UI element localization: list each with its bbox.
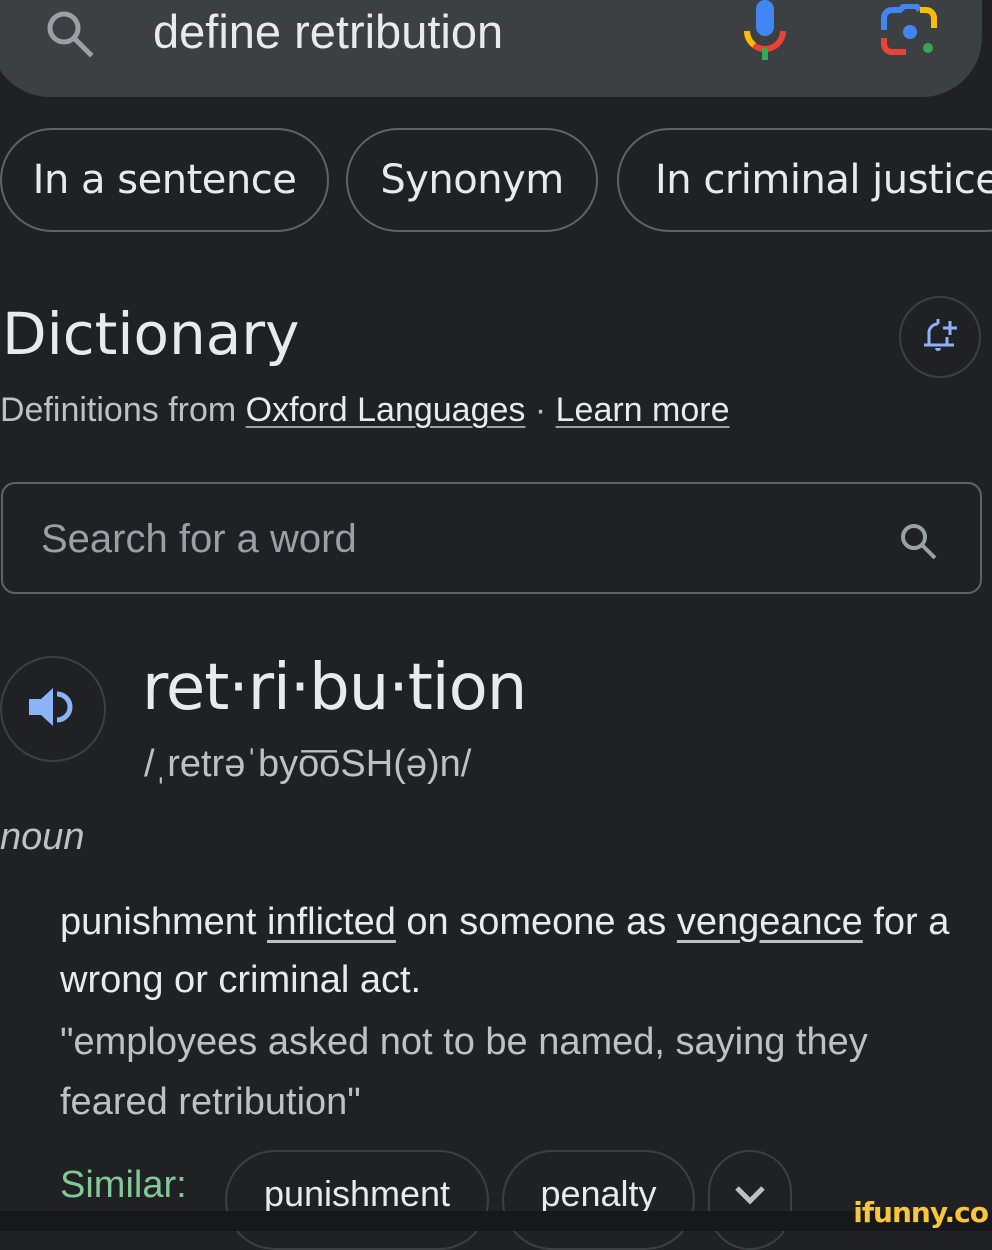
chip-synonym[interactable]: Synonym <box>346 128 598 232</box>
bell-plus-icon <box>922 315 958 360</box>
word-search-box[interactable] <box>1 482 982 594</box>
definition-text: on someone as <box>395 901 677 943</box>
dictionary-title: Dictionary <box>2 300 300 368</box>
chip-in-criminal-justice[interactable]: In criminal justice <box>617 128 992 232</box>
definition-text: punishment <box>60 901 268 943</box>
oxford-languages-link[interactable]: Oxford Languages <box>246 391 526 429</box>
chevron-down-icon <box>733 1173 767 1215</box>
chip-label: Synonym <box>380 157 564 203</box>
example-sentence: "employees asked not to be named, saying… <box>60 1021 868 1123</box>
camera-lens-icon[interactable] <box>880 3 940 60</box>
inflicted-link[interactable]: inflicted <box>267 901 396 943</box>
search-query[interactable]: define retribution <box>153 4 503 60</box>
microphone-icon[interactable] <box>740 0 790 62</box>
similar-chip-punishment[interactable]: punishment <box>225 1150 489 1250</box>
pronunciation-audio-button[interactable] <box>0 656 106 762</box>
watermark-logo: ifunny.co <box>853 1196 989 1229</box>
similar-label: Similar: <box>60 1164 187 1206</box>
separator: · <box>525 391 556 429</box>
headword: ret·ri·bu·tion <box>142 651 527 725</box>
footer-bar <box>0 1211 992 1231</box>
search-icon[interactable] <box>42 6 98 62</box>
search-bar[interactable]: define retribution <box>0 0 982 97</box>
phonetic-spelling: /ˌretrəˈbyo͞oSH(ə)n/ <box>144 743 472 785</box>
expand-similar-button[interactable] <box>708 1150 792 1250</box>
learn-more-link[interactable]: Learn more <box>556 391 730 429</box>
alert-button[interactable] <box>899 296 981 378</box>
part-of-speech: noun <box>0 816 85 858</box>
similar-chip-label: penalty <box>540 1173 657 1214</box>
source-prefix: Definitions from <box>0 391 246 429</box>
word-search-input[interactable] <box>39 508 863 570</box>
similar-chip-penalty[interactable]: penalty <box>502 1150 695 1250</box>
search-icon[interactable] <box>897 520 941 564</box>
chip-label: In a sentence <box>32 157 297 203</box>
dictionary-source: Definitions from Oxford Languages · Lear… <box>0 388 730 432</box>
speaker-icon <box>27 682 79 737</box>
similar-chip-label: punishment <box>263 1173 451 1214</box>
vengeance-link[interactable]: vengeance <box>677 901 863 943</box>
definition: punishment inflicted on someone as venge… <box>60 893 980 1009</box>
chip-in-a-sentence[interactable]: In a sentence <box>0 128 329 232</box>
chip-label: In criminal justice <box>655 157 992 203</box>
